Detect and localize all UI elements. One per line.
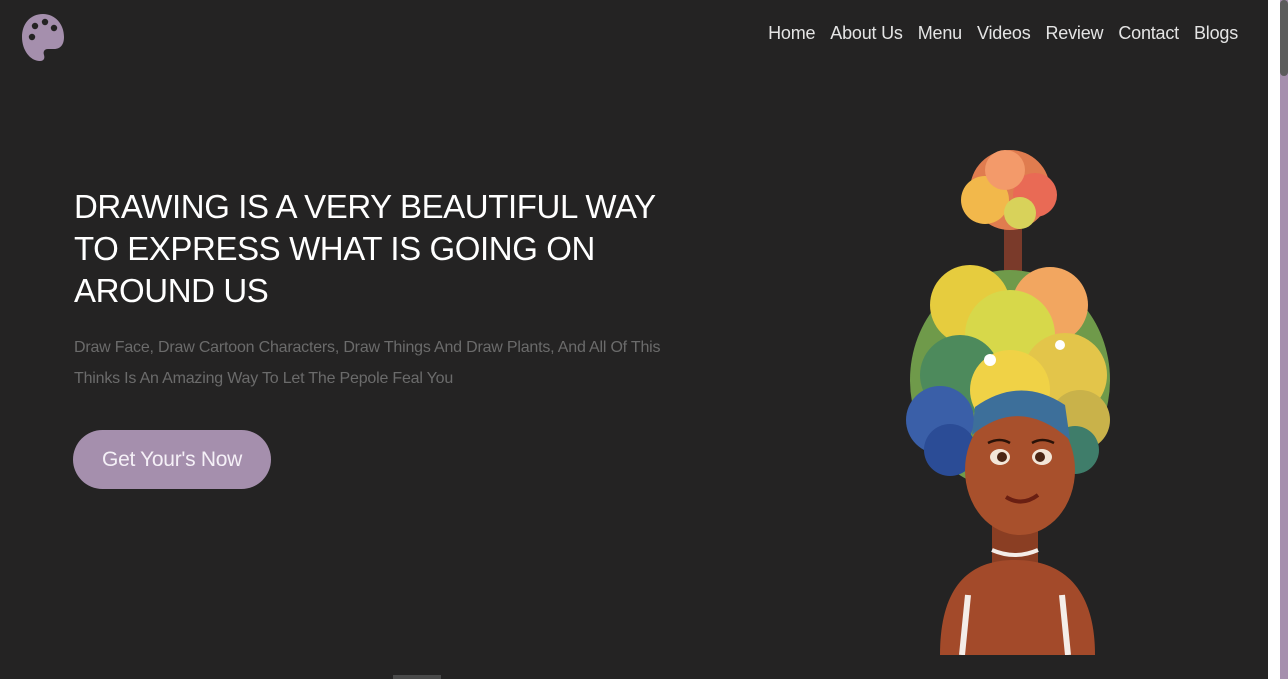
nav-blogs[interactable]: Blogs: [1194, 20, 1238, 46]
hero-title: DRAWING IS A VERY BEAUTIFUL WAY TO EXPRE…: [74, 188, 656, 309]
main-nav: Home About Us Menu Videos Review Contact…: [768, 20, 1238, 46]
character-illustration: [906, 150, 1110, 655]
hero-subtitle: Draw Face, Draw Cartoon Characters, Draw…: [74, 339, 661, 387]
nav-about-us[interactable]: About Us: [830, 20, 903, 46]
scrollbar-gutter: [1268, 0, 1280, 679]
get-yours-now-button[interactable]: Get Your's Now: [73, 430, 271, 489]
nav-contact[interactable]: Contact: [1118, 20, 1179, 46]
palette-icon[interactable]: [20, 12, 66, 64]
page: Home About Us Menu Videos Review Contact…: [0, 0, 1268, 679]
page-scrollbar[interactable]: [1280, 0, 1288, 679]
nav-menu[interactable]: Menu: [918, 20, 962, 46]
nav-review[interactable]: Review: [1046, 20, 1104, 46]
nav-home[interactable]: Home: [768, 20, 815, 46]
bottom-scroll-indicator: [393, 675, 441, 679]
nav-videos[interactable]: Videos: [977, 20, 1031, 46]
scrollbar-thumb[interactable]: [1280, 0, 1288, 76]
